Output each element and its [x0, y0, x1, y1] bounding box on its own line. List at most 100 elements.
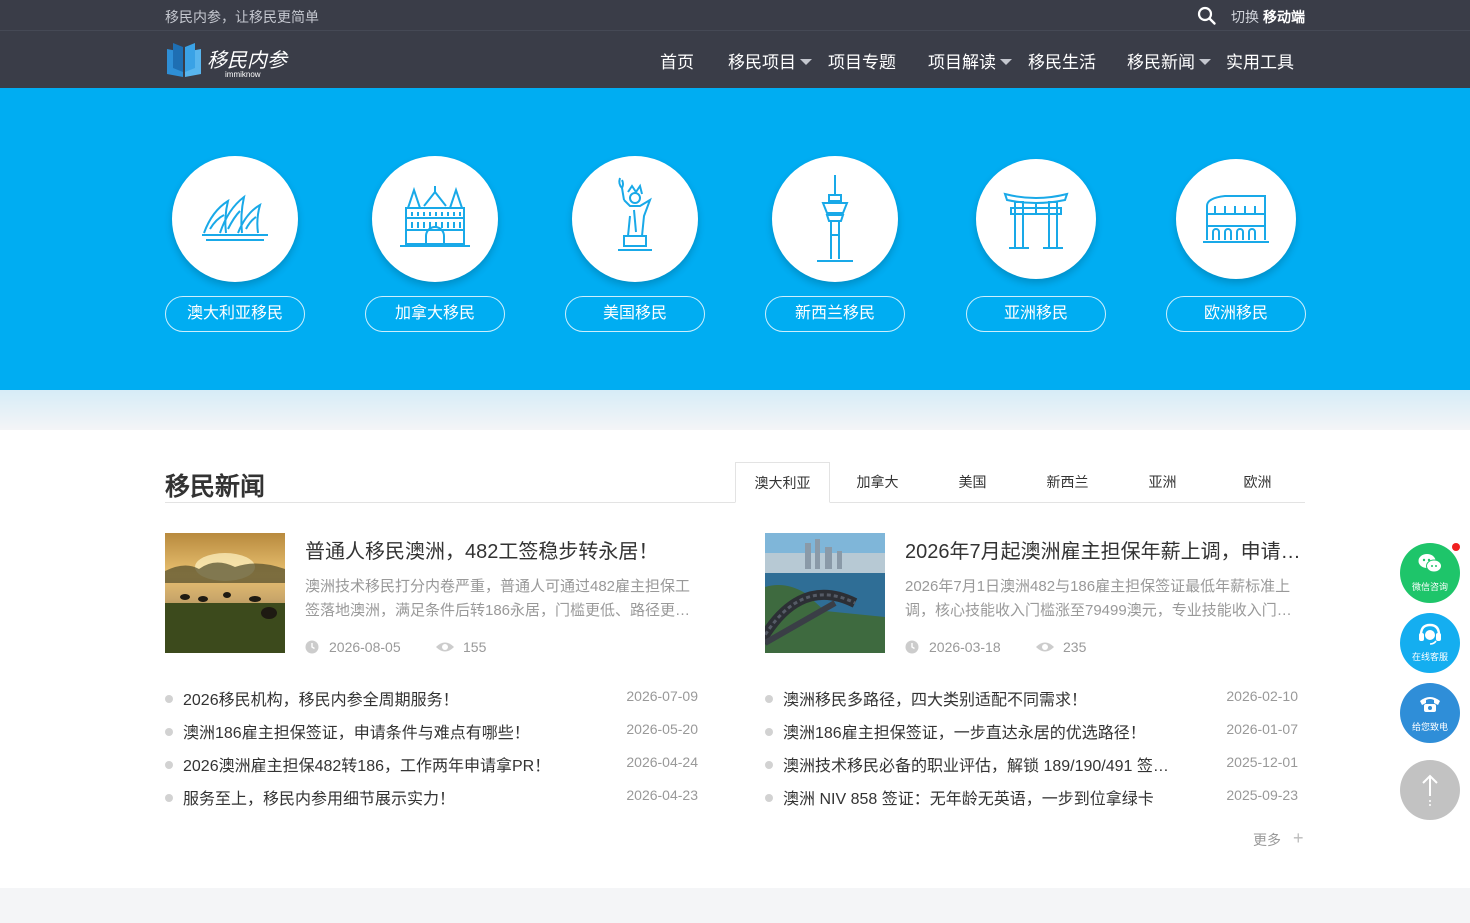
- article-summary: 2026年7月1日澳洲482与186雇主担保签证最低年薪标准上调，核心技能收入门…: [905, 578, 1292, 619]
- site-slogan: 移民内参，让移民更简单: [165, 9, 319, 25]
- nav-label: 移民生活: [1028, 53, 1096, 72]
- back-to-top-button[interactable]: [1400, 760, 1460, 820]
- list-item-title[interactable]: 2026澳洲雇主担保482转186，工作两年申请拿PR！: [183, 752, 583, 776]
- list-item-title[interactable]: 澳洲技术移民必备的职业评估，解锁 189/190/491 签证之路: [783, 752, 1183, 776]
- article-thumbnail[interactable]: [765, 533, 885, 653]
- list-item[interactable]: 2026移民机构，移民内参全周期服务！ 2026-07-09: [165, 686, 698, 719]
- list-item-title[interactable]: 澳洲 NIV 858 签证：无年龄无英语，一步到位拿绿卡: [783, 785, 1183, 809]
- more-link[interactable]: 更多 +: [1253, 829, 1304, 850]
- list-item[interactable]: 澳洲技术移民必备的职业评估，解锁 189/190/491 签证之路 2025-12…: [765, 752, 1298, 785]
- region-canada[interactable]: 加拿大移民: [365, 154, 505, 334]
- region-icon-circle: [772, 156, 898, 282]
- tab-asia[interactable]: 亚洲: [1115, 462, 1210, 503]
- region-label: 澳大利亚移民: [165, 296, 305, 332]
- tab-europe[interactable]: 欧洲: [1210, 462, 1305, 503]
- logo-text: 移民内参: [207, 48, 289, 72]
- nav-projects[interactable]: 移民项目: [728, 48, 812, 73]
- online-service-button[interactable]: 在线客服: [1400, 613, 1460, 673]
- region-usa[interactable]: 美国移民: [565, 154, 705, 334]
- tab-new-zealand[interactable]: 新西兰: [1020, 462, 1115, 503]
- article-title[interactable]: 2026年7月起澳洲雇主担保年薪上调，申请人需注意: [905, 535, 1305, 564]
- site-logo[interactable]: 移民内参 immiknow: [165, 41, 290, 79]
- bullet-dot: [765, 695, 773, 703]
- search-icon[interactable]: [1197, 6, 1217, 26]
- chevron-down-icon: [1199, 58, 1211, 65]
- phone-icon: [1420, 697, 1440, 712]
- logo-sub: immiknow: [225, 70, 261, 79]
- region-icon-circle: [172, 156, 298, 282]
- article-title[interactable]: 普通人移民澳洲，482工签稳步转永居！: [305, 535, 705, 564]
- nav-label: 实用工具: [1226, 53, 1294, 72]
- region-australia[interactable]: 澳大利亚移民: [165, 154, 305, 334]
- list-item-title[interactable]: 澳洲186雇主担保签证，一步直达永居的优选路径！: [783, 719, 1183, 743]
- sydney-opera-house-icon: [202, 194, 268, 241]
- list-item-title[interactable]: 澳洲186雇主担保签证，申请条件与难点有哪些！: [183, 719, 583, 743]
- list-item-date: 2026-04-24: [626, 754, 698, 770]
- list-item-title[interactable]: 服务至上，移民内参用细节展示实力！: [183, 785, 583, 809]
- wechat-consult-button[interactable]: 微信咨询: [1400, 543, 1460, 603]
- torii-gate-icon: [1003, 192, 1069, 249]
- news-section: 移民新闻 澳大利亚 加拿大 美国 新西兰 亚洲 欧洲 普通人移民澳洲，482工签…: [0, 430, 1470, 888]
- colosseum-icon: [1203, 195, 1269, 243]
- chevron-down-icon: [1000, 58, 1012, 65]
- list-item-date: 2026-07-09: [626, 688, 698, 704]
- more-label: 更多: [1253, 832, 1281, 848]
- switch-label: 切换: [1231, 9, 1259, 25]
- top-bar: 移民内参，让移民更简单 切换 移动端: [0, 0, 1470, 31]
- float-label: 给您致电: [1411, 722, 1448, 732]
- eye-icon: [436, 642, 454, 652]
- list-item[interactable]: 澳洲186雇主担保签证，一步直达永居的优选路径！ 2026-01-07: [765, 719, 1298, 752]
- nav-tools[interactable]: 实用工具: [1226, 48, 1294, 73]
- nav-label: 首页: [660, 53, 694, 72]
- list-item-title[interactable]: 澳洲移民多路径，四大类别适配不同需求！: [783, 686, 1183, 710]
- bullet-dot: [165, 761, 173, 769]
- main-navigation: 移民内参 immiknow 首页 移民项目 项目专题 项目解读 移民生活 移民新…: [0, 31, 1470, 88]
- bullet-dot: [765, 761, 773, 769]
- nav-life[interactable]: 移民生活: [1028, 48, 1096, 73]
- nav-label: 移民项目: [728, 53, 796, 72]
- region-label: 加拿大移民: [365, 296, 505, 332]
- article-summary: 澳洲技术移民打分内卷严重，普通人可通过482雇主担保工签落地澳洲，满足条件后转1…: [305, 578, 691, 619]
- nav-news[interactable]: 移民新闻: [1127, 48, 1211, 73]
- switch-mobile-link[interactable]: 切换 移动端: [1231, 7, 1305, 27]
- headset-icon: [1419, 623, 1441, 645]
- list-item[interactable]: 澳洲186雇主担保签证，申请条件与难点有哪些！ 2026-05-20: [165, 719, 698, 752]
- region-asia[interactable]: 亚洲移民: [966, 154, 1106, 334]
- list-item-title[interactable]: 2026移民机构，移民内参全周期服务！: [183, 686, 583, 710]
- article-date: 2026-03-18: [929, 639, 1001, 655]
- article-thumbnail[interactable]: [165, 533, 285, 653]
- region-new-zealand[interactable]: 新西兰移民: [765, 154, 905, 334]
- call-me-button[interactable]: 给您致电: [1400, 683, 1460, 743]
- list-item[interactable]: 澳洲移民多路径，四大类别适配不同需求！ 2026-02-10: [765, 686, 1298, 719]
- bullet-dot: [165, 794, 173, 802]
- nav-topics[interactable]: 项目专题: [828, 48, 896, 73]
- nav-interpretation[interactable]: 项目解读: [928, 48, 1012, 73]
- region-icon-circle: [572, 156, 698, 282]
- region-label: 新西兰移民: [765, 296, 905, 332]
- list-item[interactable]: 澳洲 NIV 858 签证：无年龄无英语，一步到位拿绿卡 2025-09-23: [765, 785, 1298, 818]
- section-title: 移民新闻: [165, 473, 266, 501]
- region-icon-circle: [1176, 159, 1296, 279]
- chevron-down-icon: [800, 58, 812, 65]
- nav-label: 项目专题: [828, 53, 896, 72]
- tab-canada[interactable]: 加拿大: [830, 462, 925, 503]
- list-item-date: 2026-04-23: [626, 787, 698, 803]
- float-label: 在线客服: [1411, 652, 1448, 662]
- list-item[interactable]: 2026澳洲雇主担保482转186，工作两年申请拿PR！ 2026-04-24: [165, 752, 698, 785]
- featured-article[interactable]: 普通人移民澳洲，482工签稳步转永居！ 澳洲技术移民打分内卷严重，普通人可通过4…: [165, 533, 705, 655]
- tab-australia[interactable]: 澳大利亚: [735, 462, 830, 503]
- featured-article[interactable]: 2026年7月起澳洲雇主担保年薪上调，申请人需注意 2026年7月1日澳洲482…: [765, 533, 1305, 655]
- list-item-date: 2025-09-23: [1226, 787, 1298, 803]
- list-item[interactable]: 服务至上，移民内参用细节展示实力！ 2026-04-23: [165, 785, 698, 818]
- list-item-date: 2025-12-01: [1226, 754, 1298, 770]
- region-banner: 澳大利亚移民 加拿大移民 美国移民 新西兰移民 亚洲移民 欧洲移民: [0, 88, 1470, 390]
- region-label: 亚洲移民: [966, 296, 1106, 332]
- nav-home[interactable]: 首页: [660, 48, 694, 73]
- news-list-left: 2026移民机构，移民内参全周期服务！ 2026-07-09 澳洲186雇主担保签…: [165, 686, 698, 818]
- clock-icon: [305, 640, 319, 654]
- clock-icon: [905, 640, 919, 654]
- article-date: 2026-08-05: [329, 639, 401, 655]
- bullet-dot: [165, 728, 173, 736]
- tab-usa[interactable]: 美国: [925, 462, 1020, 503]
- region-europe[interactable]: 欧洲移民: [1166, 154, 1306, 334]
